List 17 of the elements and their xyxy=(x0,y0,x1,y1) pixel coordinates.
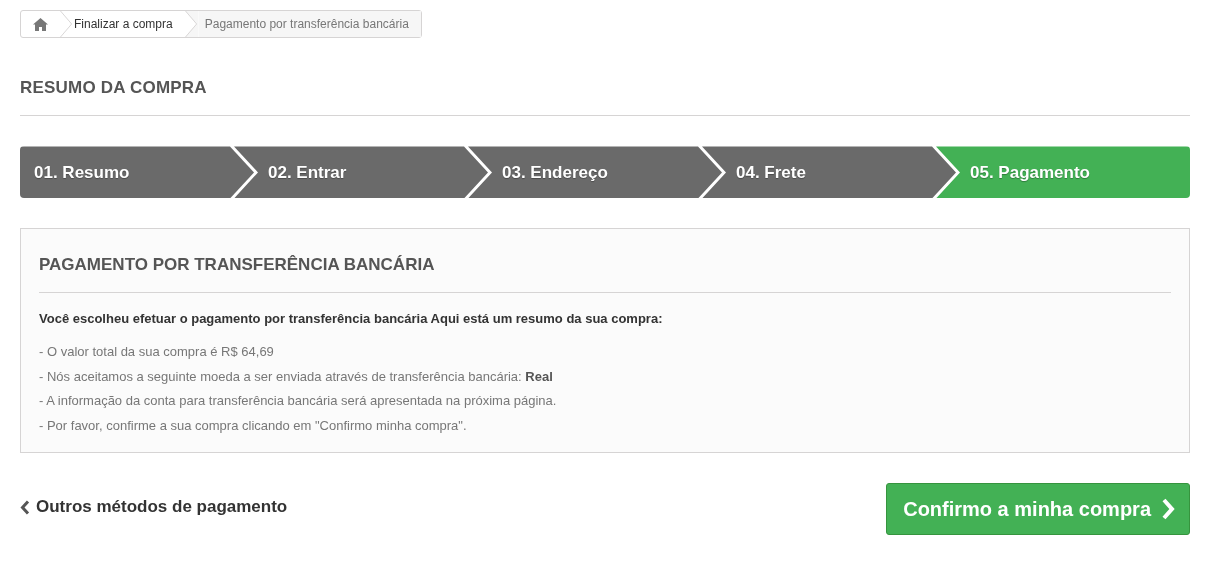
summary-line: - A informação da conta para transferência bancária será apresentada na próxima página. xyxy=(39,392,558,411)
checkout-step: 02. Entrar xyxy=(234,146,488,199)
checkout-step: 01. Resumo xyxy=(20,146,254,199)
chevron-right-icon xyxy=(1161,498,1175,521)
home-icon[interactable] xyxy=(33,17,48,31)
chevron-left-icon xyxy=(20,499,30,515)
checkout-step: 05. Pagamento xyxy=(936,146,1190,199)
summary-line: - O valor total da sua compra é R$ 64,69 xyxy=(39,343,275,362)
breadcrumb-link[interactable]: Finalizar a compra xyxy=(74,11,185,37)
panel-title: PAGAMENTO POR TRANSFERÊNCIA BANCÁRIA xyxy=(39,255,1171,293)
checkout-step: 03. Endereço xyxy=(468,146,722,199)
checkout-step: 04. Frete xyxy=(702,146,956,199)
page-title: RESUMO DA COMPRA xyxy=(20,78,1190,117)
summary-line: - Por favor, confirme a sua compra clicando em "Confirmo minha compra". xyxy=(39,416,468,435)
back-link[interactable]: Outros métodos de pagamento xyxy=(20,494,288,520)
intro-text: Você escolheu efetuar o pagamento por transferência bancária Aqui está um resumo da sua compra: xyxy=(39,309,664,328)
summary-line: - Nós aceitamos a seguinte moeda a ser enviada através de transferência bancária: Real xyxy=(39,367,554,386)
